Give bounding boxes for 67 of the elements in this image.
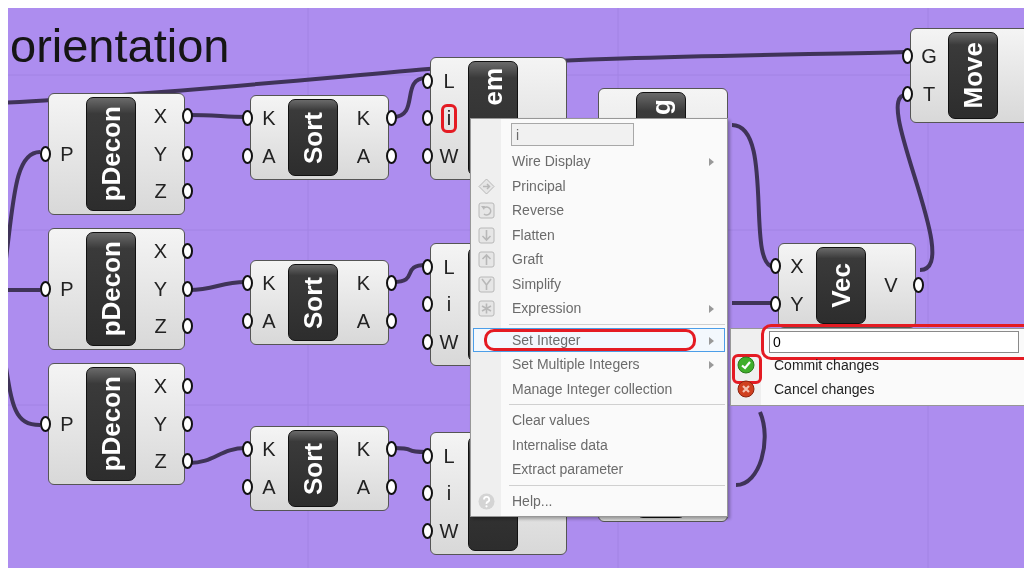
component-name: Move: [960, 42, 986, 109]
output-label: A: [355, 308, 372, 334]
menu-item[interactable]: Reverse: [473, 198, 725, 223]
menu-item[interactable]: Internalise data: [473, 432, 725, 457]
menu-item[interactable]: Help...: [473, 488, 725, 513]
output-label: Z: [153, 449, 168, 474]
menu-item[interactable]: Simplify: [473, 271, 725, 296]
input-label: K: [261, 437, 277, 463]
input-label: Y: [789, 291, 805, 317]
component-name: Vec: [828, 263, 854, 308]
input-label: X: [789, 254, 805, 280]
menu-item[interactable]: Clear values: [473, 408, 725, 433]
menu-item[interactable]: Manage Integer collection: [473, 376, 725, 401]
output-label: K: [355, 106, 372, 132]
component-name: g: [648, 99, 674, 115]
input-label: W: [438, 329, 460, 355]
output-label: X: [152, 374, 169, 399]
input-label: G: [920, 44, 938, 70]
menu-item[interactable]: Set Integer: [473, 327, 725, 352]
component-name: Sort: [300, 276, 326, 329]
menu-item[interactable]: Flatten: [473, 222, 725, 247]
menu-item[interactable]: Expression: [473, 296, 725, 321]
input-label: P: [59, 411, 75, 437]
output-label: X: [152, 104, 169, 129]
output-label: A: [355, 143, 372, 169]
output-label: Y: [152, 141, 169, 167]
input-label: K: [261, 106, 277, 132]
canvas-title: orientation: [10, 22, 230, 69]
name-field[interactable]: i: [511, 123, 634, 146]
component-name: pDecon: [98, 241, 124, 337]
output-label: K: [355, 437, 372, 463]
integer-field[interactable]: 0: [769, 331, 1019, 353]
output-label: K: [355, 271, 372, 297]
input-label: i: [445, 481, 453, 506]
input-label: A: [261, 474, 277, 500]
component-name: em: [480, 68, 506, 106]
input-label: i: [445, 292, 453, 317]
input-label: i: [440, 104, 458, 133]
output-label: Z: [153, 179, 168, 204]
output-label: Y: [152, 411, 169, 437]
menu-item[interactable]: Cancel changes: [731, 377, 1024, 401]
component-name: Sort: [300, 442, 326, 495]
output-label: X: [152, 239, 169, 264]
input-label: A: [261, 143, 277, 169]
component-name: pDecon: [98, 376, 124, 472]
input-label: W: [438, 143, 460, 169]
output-label: V: [883, 273, 899, 298]
menu-item[interactable]: Extract parameter: [473, 457, 725, 482]
input-label: P: [59, 276, 75, 302]
menu-item[interactable]: Set Multiple Integers: [473, 352, 725, 377]
output-label: A: [355, 474, 372, 500]
input-label: L: [442, 443, 456, 469]
input-label: L: [442, 254, 456, 280]
input-label: A: [261, 308, 277, 334]
menu-item[interactable]: Wire Display: [473, 149, 725, 174]
output-label: Y: [152, 276, 169, 302]
menu-item[interactable]: Commit changes: [731, 353, 1024, 377]
input-label: W: [438, 518, 460, 544]
input-label: K: [261, 271, 277, 297]
component-name: pDecon: [98, 106, 124, 202]
input-label: P: [59, 141, 75, 167]
menu-item[interactable]: Principal: [473, 173, 725, 198]
menu-item[interactable]: Graft: [473, 247, 725, 272]
output-label: Z: [153, 314, 168, 339]
input-label: T: [921, 81, 937, 107]
input-label: L: [442, 68, 456, 94]
component-name: Sort: [300, 111, 326, 164]
